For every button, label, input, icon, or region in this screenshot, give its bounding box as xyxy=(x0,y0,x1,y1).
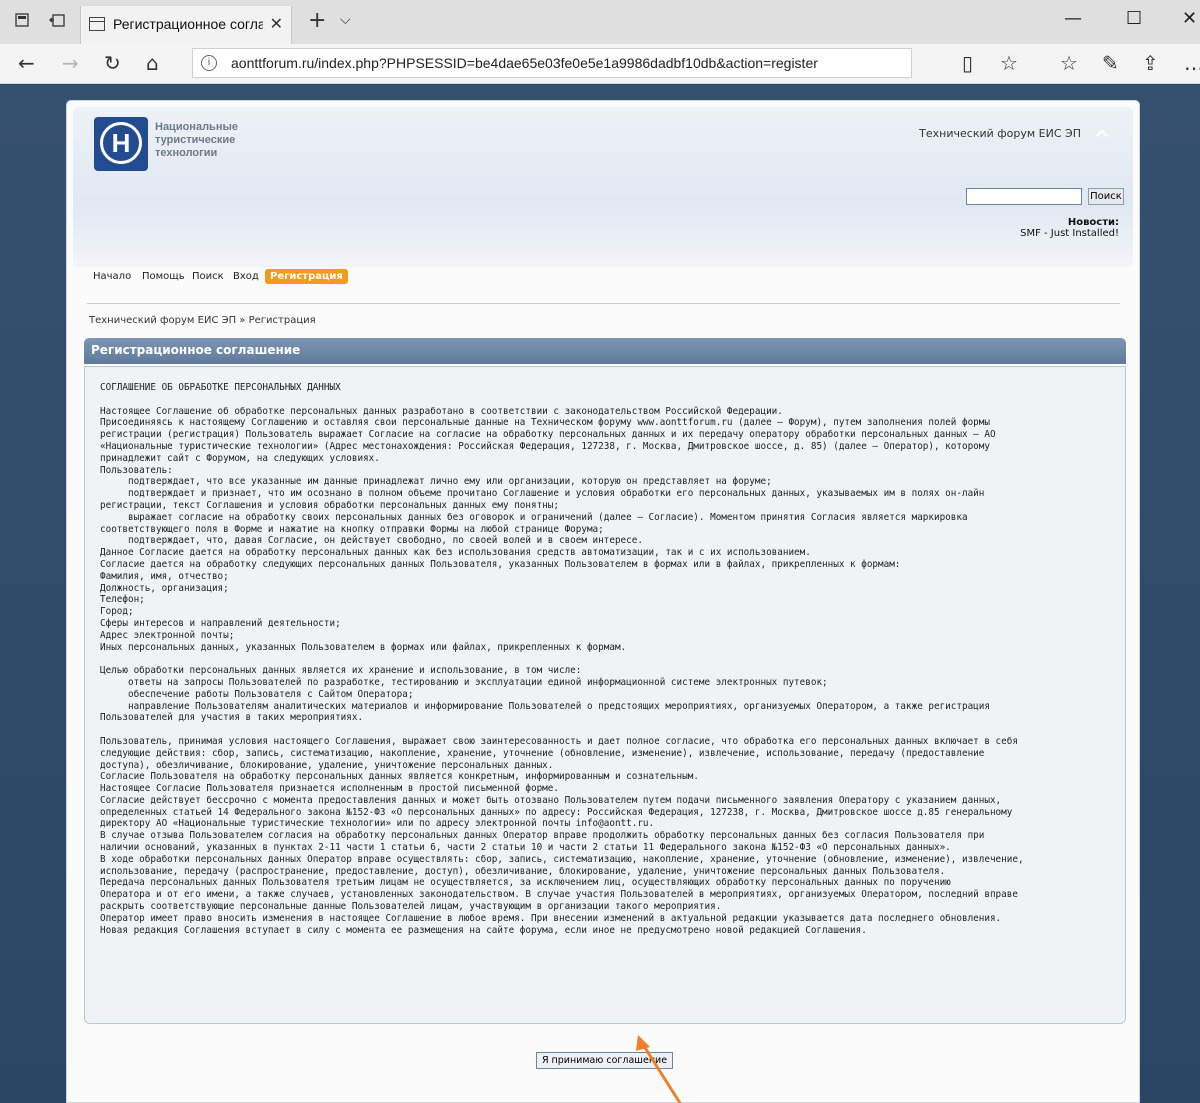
annotation-arrow-icon xyxy=(636,1035,682,1103)
pen-icon[interactable]: ✎ xyxy=(1102,51,1119,75)
news-text: SMF - Just Installed! xyxy=(1020,228,1119,239)
forward-arrow-icon[interactable]: → xyxy=(62,51,79,75)
new-tab-icon[interactable]: + xyxy=(308,8,326,33)
news-label: Новости: xyxy=(1067,217,1119,228)
favorite-star-icon[interactable]: ☆ xyxy=(1000,51,1018,75)
menu-item-home[interactable]: Начало xyxy=(93,271,131,282)
menu-item-login[interactable]: Вход xyxy=(233,271,259,282)
section-header: Регистрационное соглашение xyxy=(84,338,1126,364)
logo-icon: H xyxy=(94,117,148,171)
back-arrow-icon[interactable]: ← xyxy=(18,51,35,75)
menu-item-register[interactable]: Регистрация xyxy=(265,269,348,284)
share-icon[interactable]: ⇪ xyxy=(1142,51,1159,75)
reading-view-icon[interactable]: ▯ xyxy=(962,51,973,75)
forum-frame: H Национальные туристические технологии … xyxy=(66,100,1140,1103)
search-button[interactable]: Поиск xyxy=(1088,188,1124,205)
window-close-icon[interactable]: ✕ xyxy=(1182,8,1197,29)
forum-title: Технический форум ЕИС ЭП xyxy=(919,127,1081,140)
browser-tab-active[interactable]: Регистрационное согла: ✕ xyxy=(80,6,292,44)
maximize-icon[interactable]: ☐ xyxy=(1126,8,1142,29)
divider xyxy=(87,303,1120,304)
set-aside-tabs-icon[interactable] xyxy=(48,12,68,32)
logo-text: Национальные туристические технологии xyxy=(155,121,238,159)
page-icon xyxy=(89,17,105,31)
news-block: Новости: SMF - Just Installed! xyxy=(1020,217,1119,239)
forum-header: H Национальные туристические технологии … xyxy=(73,107,1133,267)
agreement-panel: СОГЛАШЕНИЕ ОБ ОБРАБОТКЕ ПЕРСОНАЛЬНЫХ ДАН… xyxy=(84,366,1126,1024)
breadcrumb[interactable]: Технический форум ЕИС ЭП » Регистрация xyxy=(89,315,316,326)
chevron-down-icon[interactable]: ⌵ xyxy=(340,12,351,28)
search-input[interactable] xyxy=(966,188,1082,205)
refresh-icon[interactable]: ↻ xyxy=(104,51,121,75)
info-icon[interactable]: i xyxy=(201,55,217,71)
url-text: aonttforum.ru/index.php?PHPSESSID=be4dae… xyxy=(231,55,818,71)
menu-item-help[interactable]: Помощь xyxy=(142,271,185,282)
favorites-hub-icon[interactable]: ☆ xyxy=(1060,51,1078,75)
collapse-header-icon[interactable] xyxy=(1093,125,1111,143)
tab-title: Регистрационное согла: xyxy=(113,16,263,32)
home-icon[interactable]: ⌂ xyxy=(146,51,159,75)
browser-addressbar: ← → ↻ ⌂ i aonttforum.ru/index.php?PHPSES… xyxy=(0,44,1200,84)
menu-item-search[interactable]: Поиск xyxy=(192,271,224,282)
tab-actions-icon[interactable] xyxy=(14,12,34,32)
more-icon[interactable]: … xyxy=(1184,51,1200,75)
section-title: Регистрационное соглашение xyxy=(91,343,301,357)
tab-close-icon[interactable]: ✕ xyxy=(270,14,283,33)
address-input[interactable]: i aonttforum.ru/index.php?PHPSESSID=be4d… xyxy=(192,48,912,78)
agreement-text: СОГЛАШЕНИЕ ОБ ОБРАБОТКЕ ПЕРСОНАЛЬНЫХ ДАН… xyxy=(100,382,1024,936)
minimize-icon[interactable]: — xyxy=(1064,8,1082,29)
page-background: H Национальные туристические технологии … xyxy=(0,85,1200,1103)
browser-tabbar: Регистрационное согла: ✕ + ⌵ — ☐ ✕ xyxy=(0,0,1200,44)
